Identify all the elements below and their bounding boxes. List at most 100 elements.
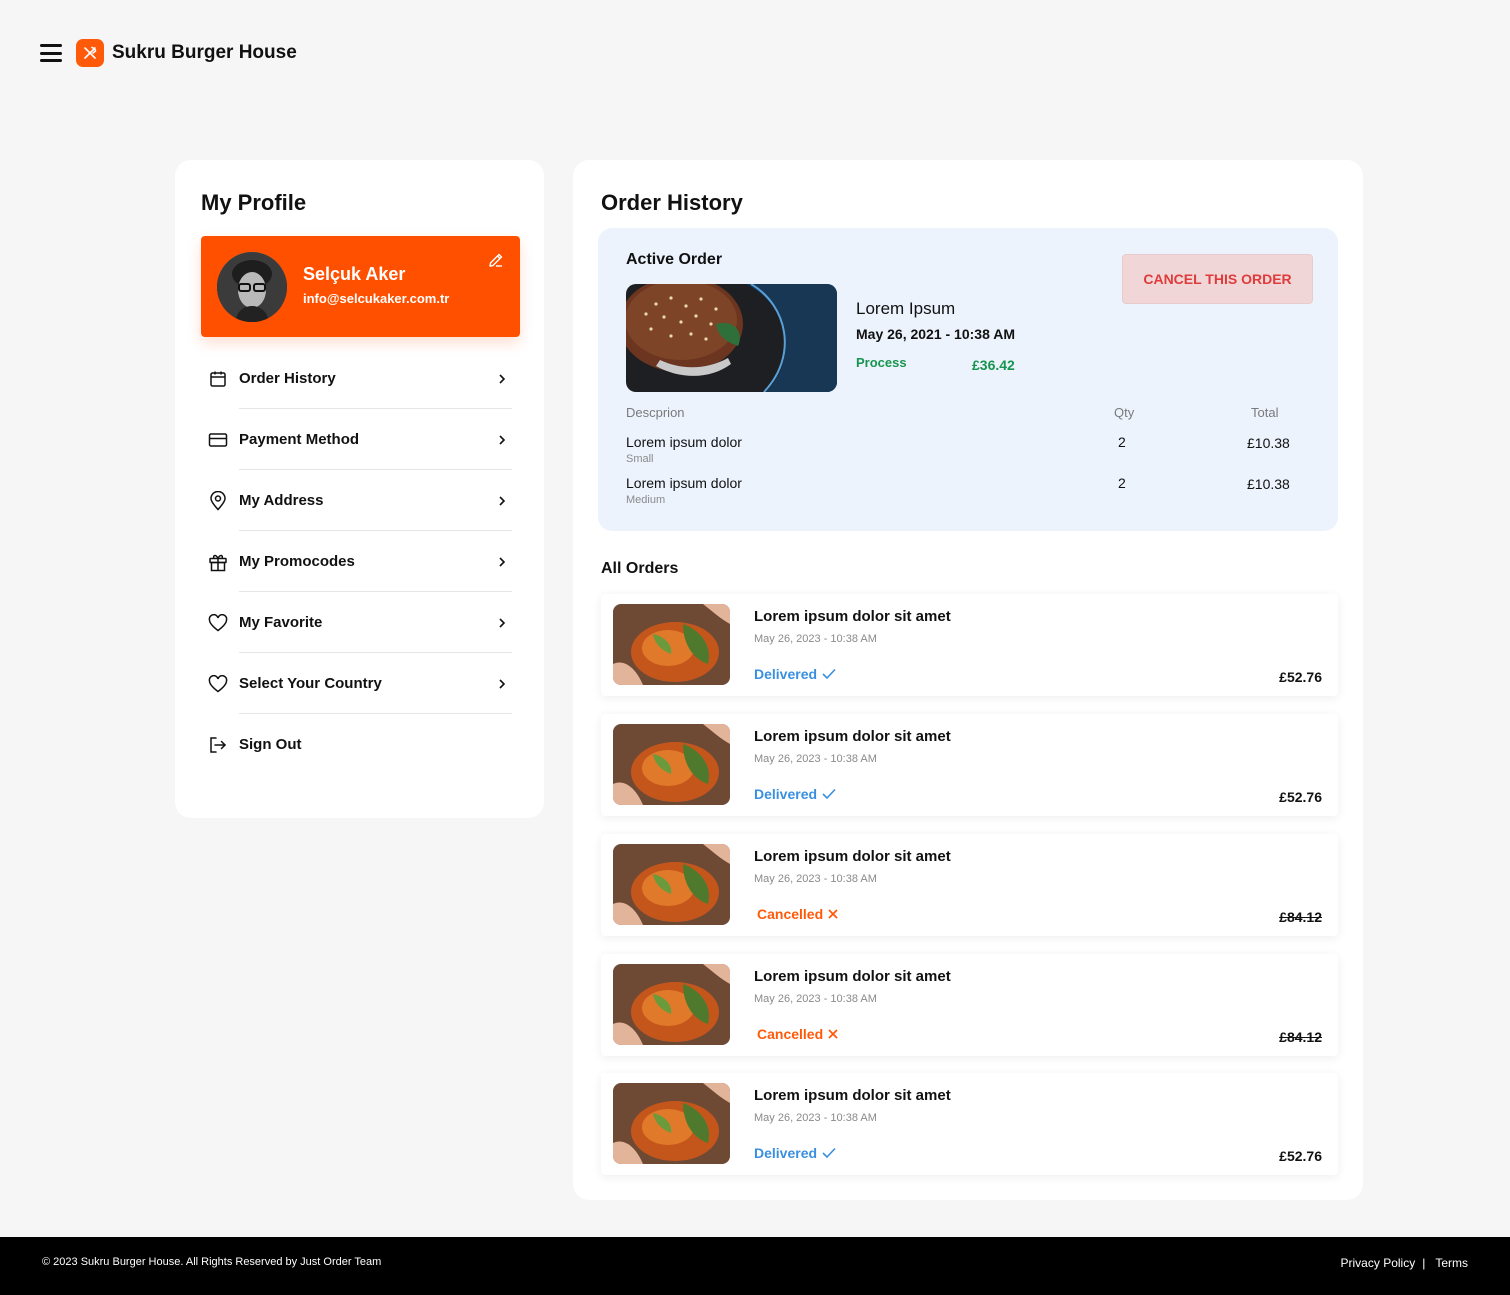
footer-links: Privacy Policy | Terms [1341,1256,1468,1270]
active-order-panel: Active Order CANCEL THIS ORDER Lorem Ips… [598,228,1338,531]
gift-icon [207,551,229,573]
profile-banner: Selçuk Aker info@selcukaker.com.tr [201,236,520,337]
order-price: £84.12 [1279,909,1322,925]
order-row[interactable]: Lorem ipsum dolor sit amet May 26, 2023 … [601,714,1338,816]
table-header-qty: Qty [1114,405,1135,420]
order-row[interactable]: Lorem ipsum dolor sit amet May 26, 2023 … [601,834,1338,936]
menu-item-label: Payment Method [239,431,360,448]
chevron-right-icon [499,556,506,567]
active-order-label: Active Order [626,251,723,268]
hamburger-icon[interactable] [40,44,62,62]
utensils-icon[interactable] [76,39,104,67]
top-bar: Sukru Burger House [40,36,297,70]
credit-card-icon [207,429,229,451]
food-image [613,604,730,685]
menu-item-my-promocodes[interactable]: My Promocodes [201,531,512,592]
profile-menu: Order History Payment Method My Address … [201,348,512,775]
menu-item-select-country[interactable]: Select Your Country [201,653,512,714]
menu-item-my-address[interactable]: My Address [201,470,512,531]
check-icon [822,668,836,680]
pencil-icon[interactable] [488,252,504,268]
close-icon [828,1029,838,1039]
chevron-right-icon [499,434,506,445]
order-title: Lorem ipsum dolor sit amet [754,968,951,985]
order-status-label: Delivered [754,786,818,802]
terms-link[interactable]: Terms [1435,1256,1468,1270]
order-status: Delivered [754,666,836,682]
check-icon [822,1147,836,1159]
item-qty: 2 [1118,434,1126,450]
food-image [613,964,730,1045]
order-status-label: Cancelled [757,906,824,922]
menu-item-payment-method[interactable]: Payment Method [201,409,512,470]
copyright-text: © 2023 Sukru Burger House. All Rights Re… [42,1256,382,1268]
order-price: £84.12 [1279,1029,1322,1045]
footer-separator: | [1422,1256,1426,1270]
all-orders-label: All Orders [601,560,679,577]
avatar [217,252,287,322]
menu-item-label: My Promocodes [239,553,355,570]
item-size: Small [626,453,654,465]
brand-name[interactable]: Sukru Burger House [112,42,297,64]
order-status: Delivered [754,786,836,802]
order-row[interactable]: Lorem ipsum dolor sit amet May 26, 2023 … [601,954,1338,1056]
active-order-name: Lorem Ipsum [856,299,956,318]
table-header-description: Descprion [626,405,685,420]
order-status: Cancelled [757,1026,838,1042]
order-status: Delivered [754,1145,836,1161]
food-image [613,1083,730,1164]
location-pin-icon [207,490,229,512]
chevron-right-icon [499,678,506,689]
item-name: Lorem ipsum dolor [626,475,742,491]
order-date: May 26, 2023 - 10:38 AM [754,993,877,1005]
active-order-price: £36.42 [972,357,1015,373]
order-status: Cancelled [757,906,838,922]
chevron-right-icon [499,617,506,628]
order-date: May 26, 2023 - 10:38 AM [754,753,877,765]
food-image [613,724,730,805]
order-date: May 26, 2023 - 10:38 AM [754,873,877,885]
burger-image [626,284,837,392]
order-history-title: Order History [601,190,743,215]
order-date: May 26, 2023 - 10:38 AM [754,1112,877,1124]
order-price: £52.76 [1279,789,1322,805]
order-title: Lorem ipsum dolor sit amet [754,608,951,625]
order-title: Lorem ipsum dolor sit amet [754,1087,951,1104]
item-total: £10.38 [1247,435,1290,451]
order-title: Lorem ipsum dolor sit amet [754,848,951,865]
profile-title: My Profile [201,190,307,215]
table-header-total: Total [1251,405,1279,420]
active-order-status: Process [856,355,907,370]
order-title: Lorem ipsum dolor sit amet [754,728,951,745]
menu-item-sign-out[interactable]: Sign Out [201,714,512,775]
order-row[interactable]: Lorem ipsum dolor sit amet May 26, 2023 … [601,1073,1338,1175]
chevron-right-icon [499,495,506,506]
menu-item-label: Sign Out [239,736,302,753]
active-order-date: May 26, 2021 - 10:38 AM [856,326,1016,342]
order-status-label: Cancelled [757,1026,824,1042]
menu-item-label: Select Your Country [239,675,382,692]
order-date: May 26, 2023 - 10:38 AM [754,633,877,645]
chevron-right-icon [499,373,506,384]
order-status-label: Delivered [754,1145,818,1161]
cancel-order-button[interactable]: CANCEL THIS ORDER [1122,254,1313,304]
menu-item-label: My Address [239,492,324,509]
order-row[interactable]: Lorem ipsum dolor sit amet May 26, 2023 … [601,594,1338,696]
item-size: Medium [626,494,666,506]
privacy-policy-link[interactable]: Privacy Policy [1341,1256,1416,1270]
profile-card: My Profile Selçuk Aker info@selcukaker.c… [175,160,544,818]
order-status-label: Delivered [754,666,818,682]
calendar-icon [207,368,229,390]
user-name: Selçuk Aker [303,264,406,284]
heart-icon [207,673,229,695]
close-icon [828,909,838,919]
heart-icon [207,612,229,634]
user-email: info@selcukaker.com.tr [303,291,450,306]
sign-out-icon [207,734,229,756]
menu-item-order-history[interactable]: Order History [201,348,512,409]
order-history-card: Order History Active Order CANCEL THIS O… [573,160,1363,1200]
item-total: £10.38 [1247,476,1290,492]
menu-item-my-favorite[interactable]: My Favorite [201,592,512,653]
menu-item-label: Order History [239,370,336,387]
check-icon [822,788,836,800]
